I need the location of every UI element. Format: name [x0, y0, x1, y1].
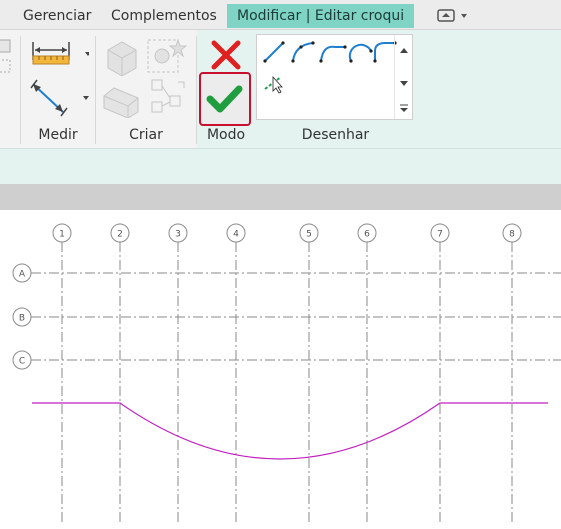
x-icon — [211, 40, 241, 70]
grid-row-label: A — [19, 270, 26, 280]
grid-column-label: 1 — [59, 230, 65, 240]
grid-column-label: 7 — [437, 230, 443, 240]
create-group-button[interactable] — [144, 36, 188, 80]
create-assembly-button[interactable] — [148, 78, 188, 120]
panel-label-modo: Modo — [206, 127, 246, 143]
panel-label-medir: Medir — [38, 127, 78, 143]
panel-label-desenhar: Desenhar — [301, 127, 370, 143]
sketch-view: 1 2 3 4 5 6 7 8 A B C — [12, 223, 561, 525]
grid-column-label: 2 — [117, 230, 123, 240]
tab-gerenciar[interactable]: Gerenciar — [23, 4, 91, 28]
context-bar — [0, 148, 561, 184]
expand-gallery-icon — [400, 108, 408, 112]
scroll-up-icon — [400, 48, 408, 53]
drawing-canvas[interactable]: 1 2 3 4 5 6 7 8 A B C — [0, 210, 561, 525]
grid-column-label: 4 — [233, 230, 239, 240]
scroll-down-icon — [400, 81, 408, 86]
context-tab-background — [416, 30, 561, 148]
measure-distance-button[interactable] — [29, 38, 91, 72]
grid-row-label: B — [19, 314, 25, 324]
sketch-boundary-line[interactable] — [32, 402, 548, 460]
center-arc-icon — [348, 43, 373, 63]
pick-lines-icon — [264, 75, 283, 94]
dimension-button[interactable] — [29, 78, 89, 118]
view-separator — [0, 184, 561, 210]
aligned-dimension-icon — [30, 79, 89, 117]
finish-edit-mode-button[interactable] — [199, 72, 251, 126]
cancel-edit-mode-button[interactable] — [209, 38, 243, 72]
assembly-icon — [151, 79, 185, 113]
panel-partial-left — [0, 30, 18, 148]
spline-arc-icon — [291, 41, 315, 63]
ribbon-display-options-button[interactable] — [436, 8, 470, 24]
tab-complementos[interactable]: Complementos — [111, 4, 217, 28]
modify-tool-icon — [0, 39, 11, 73]
tab-modificar-editar-croqui[interactable]: Modificar | Editar croqui — [227, 4, 415, 28]
panel-label-criar: Criar — [129, 127, 163, 143]
ribbon-tab-bar: Gerenciar Complementos Modificar | Edita… — [0, 0, 561, 30]
grid-column-label: 5 — [306, 230, 312, 240]
measure-distance-icon — [32, 42, 91, 65]
group-icon — [147, 38, 188, 73]
minimize-ribbon-icon — [437, 9, 467, 22]
panel-criar: Criar — [96, 30, 196, 148]
draw-tools-gallery — [256, 34, 413, 120]
draw-tool-icons — [263, 41, 397, 94]
check-icon — [206, 85, 243, 113]
grid-row-label: C — [19, 357, 25, 367]
create-component-button[interactable] — [102, 36, 140, 80]
line-tool-icon — [263, 41, 285, 63]
create-parts-button[interactable] — [100, 76, 142, 122]
component-icon — [107, 41, 137, 77]
tangent-arc-icon — [319, 45, 347, 63]
gallery-scrollbar[interactable] — [394, 35, 412, 119]
grid-column-label: 8 — [509, 230, 515, 240]
panel-medir: Medir — [21, 30, 95, 148]
grid-column-label: 6 — [364, 230, 370, 240]
grid-column-label: 3 — [175, 230, 181, 240]
gallery-scroll-arrows — [400, 48, 408, 112]
parts-icon — [103, 87, 139, 119]
